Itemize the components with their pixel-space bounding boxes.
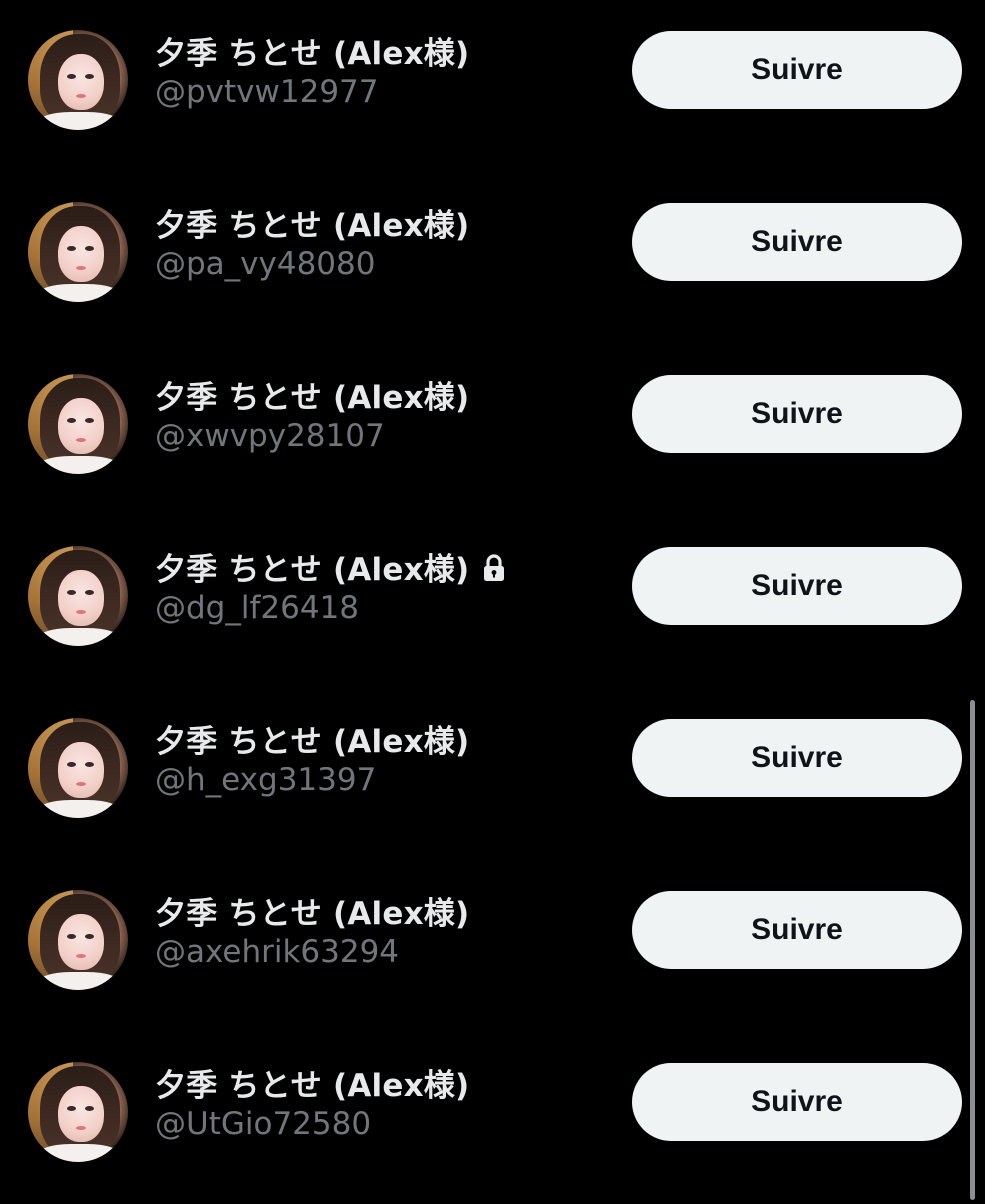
scrollbar[interactable] [970, 700, 975, 1200]
name-line: 夕季 ちとせ (Alex様) [155, 1060, 469, 1104]
display-name[interactable]: 夕季 ちとせ (Alex様) [155, 372, 469, 417]
display-name[interactable]: 夕季 ちとせ (Alex様) [155, 200, 469, 245]
name-line: 夕季 ちとせ (Alex様) [155, 544, 507, 588]
display-name[interactable]: 夕季 ちとせ (Alex様) [155, 888, 469, 933]
user-handle: @pa_vy48080 [155, 246, 376, 282]
user-row[interactable]: 夕季 ちとせ (Alex様) @pa_vy48080 Suivre [0, 172, 975, 344]
user-handle: @UtGio72580 [155, 1106, 372, 1142]
lock-icon [481, 554, 507, 582]
follow-button[interactable]: Suivre [632, 891, 962, 969]
avatar[interactable] [28, 546, 128, 646]
user-row[interactable]: 夕季 ちとせ (Alex様) @axehrik63294 Suivre [0, 860, 975, 1032]
follow-button[interactable]: Suivre [632, 547, 962, 625]
user-row[interactable]: 夕季 ちとせ (Alex様) @UtGio72580 Suivre [0, 1032, 975, 1204]
follow-button[interactable]: Suivre [632, 203, 962, 281]
display-name[interactable]: 夕季 ちとせ (Alex様) [155, 716, 469, 761]
avatar[interactable] [28, 1062, 128, 1162]
name-line: 夕季 ちとせ (Alex様) [155, 888, 469, 932]
user-row[interactable]: 夕季 ちとせ (Alex様) @h_exg31397 Suivre [0, 688, 975, 860]
avatar[interactable] [28, 718, 128, 818]
name-line: 夕季 ちとせ (Alex様) [155, 28, 469, 72]
follow-button[interactable]: Suivre [632, 719, 962, 797]
user-handle: @pvtvw12977 [155, 74, 379, 110]
name-line: 夕季 ちとせ (Alex様) [155, 200, 469, 244]
follow-button[interactable]: Suivre [632, 31, 962, 109]
avatar[interactable] [28, 890, 128, 990]
avatar[interactable] [28, 374, 128, 474]
follow-button[interactable]: Suivre [632, 375, 962, 453]
user-row[interactable]: 夕季 ちとせ (Alex様) @dg_lf26418 Suivre [0, 516, 975, 688]
follow-button[interactable]: Suivre [632, 1063, 962, 1141]
display-name[interactable]: 夕季 ちとせ (Alex様) [155, 1060, 469, 1105]
avatar[interactable] [28, 30, 128, 130]
user-row[interactable]: 夕季 ちとせ (Alex様) @pvtvw12977 Suivre [0, 0, 975, 172]
name-line: 夕季 ちとせ (Alex様) [155, 716, 469, 760]
user-handle: @xwvpy28107 [155, 418, 385, 454]
user-handle: @h_exg31397 [155, 762, 377, 798]
user-handle: @dg_lf26418 [155, 590, 359, 626]
avatar[interactable] [28, 202, 128, 302]
user-handle: @axehrik63294 [155, 934, 400, 970]
display-name[interactable]: 夕季 ちとせ (Alex様) [155, 28, 469, 73]
user-row[interactable]: 夕季 ちとせ (Alex様) @xwvpy28107 Suivre [0, 344, 975, 516]
display-name[interactable]: 夕季 ちとせ (Alex様) [155, 544, 469, 589]
name-line: 夕季 ちとせ (Alex様) [155, 372, 469, 416]
